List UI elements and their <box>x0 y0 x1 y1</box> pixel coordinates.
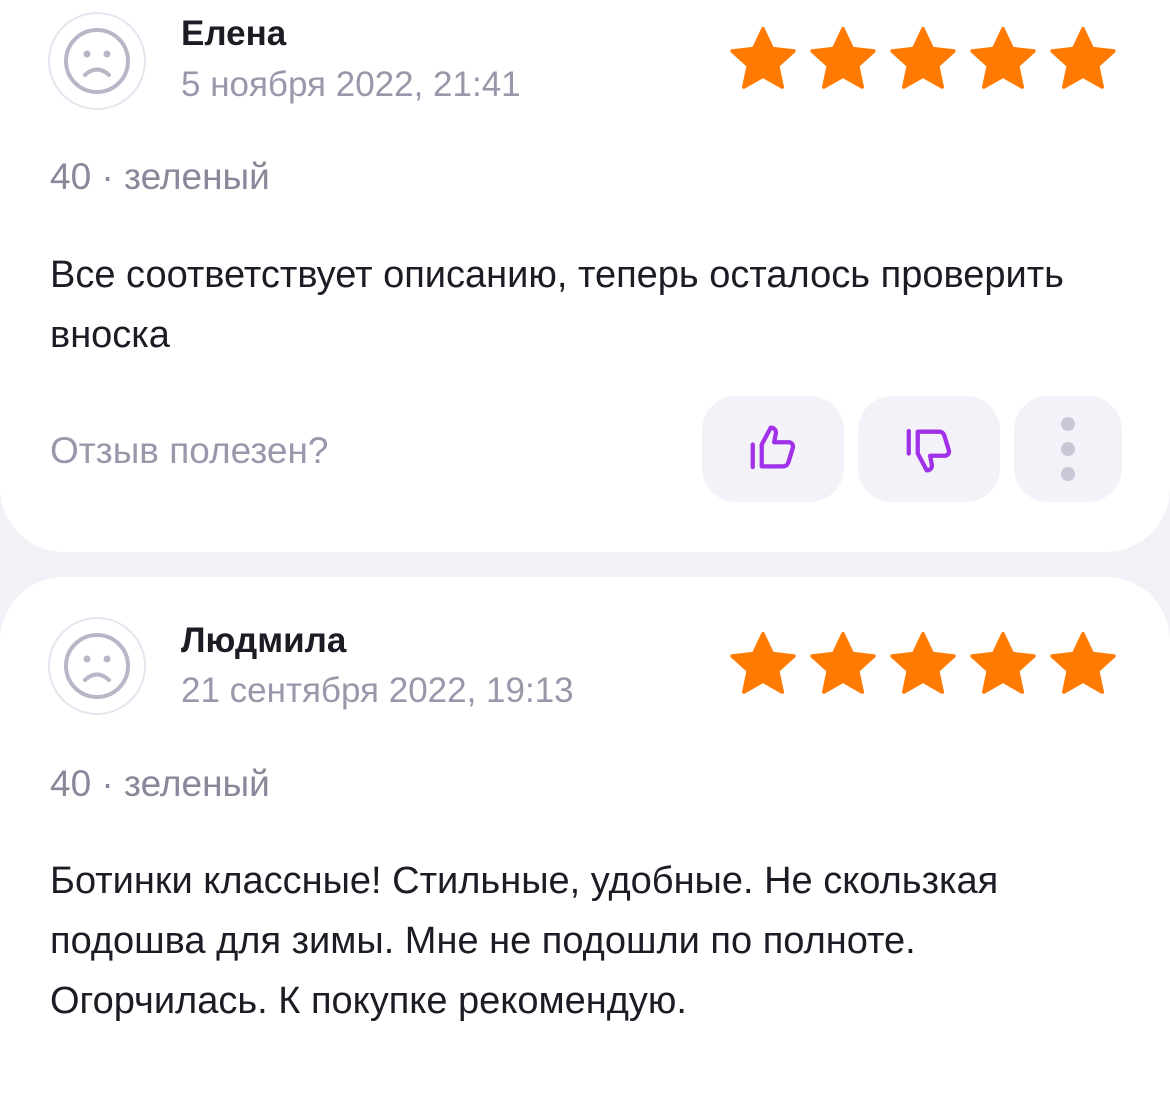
review-card: Елена 5 ноября 2022, 21:41 40 · зеленый … <box>0 0 1170 552</box>
rating-stars <box>726 24 1120 96</box>
rating-stars <box>726 629 1120 701</box>
more-vertical-icon <box>1061 417 1075 431</box>
star-icon <box>810 632 876 694</box>
avatar <box>48 617 146 715</box>
review-variant: 40 · зеленый <box>50 156 270 197</box>
star-icon <box>890 27 956 89</box>
review-date: 5 ноября 2022, 21:41 <box>181 65 521 104</box>
star-icon <box>730 632 796 694</box>
sad-face-icon <box>64 633 130 699</box>
review-date: 21 сентября 2022, 19:13 <box>181 671 574 710</box>
thumbs-up-icon <box>750 425 796 470</box>
star-icon <box>730 27 796 89</box>
helpful-question: Отзыв полезен? <box>50 430 329 471</box>
thumbs-down-icon <box>906 428 952 473</box>
star-icon <box>1050 27 1116 89</box>
avatar <box>48 12 146 110</box>
review-variant: 40 · зеленый <box>50 763 270 804</box>
review-card: Людмила 21 сентября 2022, 19:13 40 · зел… <box>0 577 1170 1097</box>
star-icon <box>970 27 1036 89</box>
review-text: Ботинки классные! Стильные, удобные. Не … <box>50 860 999 1022</box>
like-button[interactable] <box>702 396 844 502</box>
star-icon <box>810 27 876 89</box>
star-icon <box>1050 632 1116 694</box>
star-icon <box>890 632 956 694</box>
review-author: Людмила <box>181 621 347 660</box>
review-text: Все соответствует описанию, теперь остал… <box>50 254 1064 356</box>
sad-face-icon <box>64 28 130 94</box>
review-author: Елена <box>181 14 287 53</box>
more-options-button[interactable] <box>1014 396 1122 502</box>
star-icon <box>970 632 1036 694</box>
dislike-button[interactable] <box>858 396 1000 502</box>
